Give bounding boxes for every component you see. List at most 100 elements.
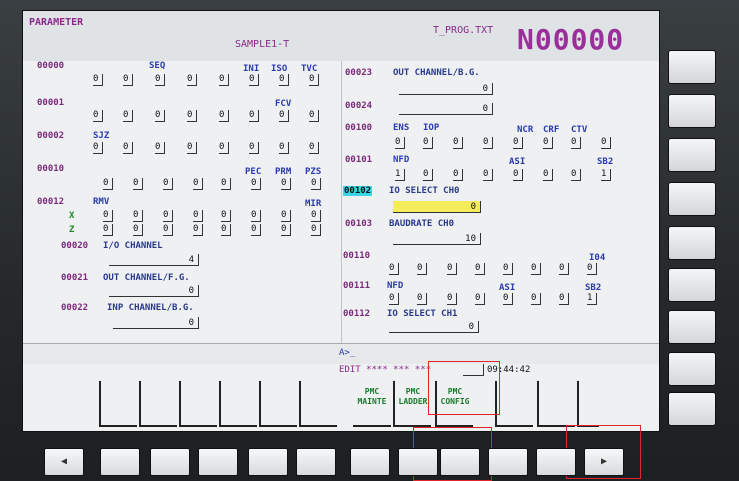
bit-cell[interactable]: 0	[475, 293, 485, 305]
bottom-key-8[interactable]	[440, 448, 480, 476]
bit-cell[interactable]: 0	[249, 74, 259, 86]
bit-cell[interactable]: 0	[447, 263, 457, 275]
bit-cell[interactable]: 0	[251, 210, 261, 222]
bit-cell[interactable]: 0	[559, 293, 569, 305]
bit-cell[interactable]: 0	[417, 263, 427, 275]
bit-cell[interactable]: 0	[309, 142, 319, 154]
bit-cell[interactable]: 0	[93, 142, 103, 154]
bit-cell[interactable]: 0	[571, 169, 581, 181]
bit-cell[interactable]: 0	[311, 210, 321, 222]
bit-cell[interactable]: 0	[503, 293, 513, 305]
bit-cell[interactable]: 0	[163, 210, 173, 222]
bit-cell[interactable]: 0	[395, 137, 405, 149]
next-key[interactable]: ▶	[584, 448, 624, 476]
bottom-key-10[interactable]	[536, 448, 576, 476]
bit-cell[interactable]: 0	[187, 142, 197, 154]
bit-cell[interactable]: 0	[221, 178, 231, 190]
bit-cell[interactable]: 0	[103, 210, 113, 222]
softkey-empty-4[interactable]	[495, 381, 533, 427]
bit-cell[interactable]: 0	[423, 169, 433, 181]
bit-cell[interactable]: 0	[123, 110, 133, 122]
bit-cell[interactable]: 0	[155, 142, 165, 154]
softkey-empty-5[interactable]	[537, 381, 575, 427]
softkey-4[interactable]	[219, 381, 257, 427]
bit-cell[interactable]: 0	[309, 110, 319, 122]
param-field-0023[interactable]: 0	[399, 83, 493, 95]
bit-cell[interactable]: 0	[133, 178, 143, 190]
bottom-key-3[interactable]	[198, 448, 238, 476]
bit-cell[interactable]: 0	[279, 110, 289, 122]
bottom-key-1[interactable]	[100, 448, 140, 476]
softkey-1[interactable]	[99, 381, 137, 427]
side-button-9[interactable]	[668, 392, 716, 426]
bit-cell[interactable]: 0	[423, 137, 433, 149]
bit-cell[interactable]: 0	[133, 224, 143, 236]
bit-cell[interactable]: 1	[587, 293, 597, 305]
bit-cell[interactable]: 0	[93, 74, 103, 86]
softkey-5[interactable]	[259, 381, 297, 427]
bit-cell[interactable]: 1	[395, 169, 405, 181]
softkey-next-page[interactable]	[577, 381, 599, 427]
bottom-key-6[interactable]	[350, 448, 390, 476]
prev-key[interactable]: ◀	[44, 448, 84, 476]
bit-cell[interactable]: 0	[103, 178, 113, 190]
param-field-0020[interactable]: 4	[109, 254, 199, 266]
bit-cell[interactable]: 0	[559, 263, 569, 275]
softkey-6[interactable]	[299, 381, 337, 427]
bit-cell[interactable]: 0	[279, 74, 289, 86]
softkey-pmc-mainte[interactable]: PMC MAINTE	[353, 381, 391, 427]
bit-cell[interactable]: 0	[389, 293, 399, 305]
command-prompt[interactable]: A>_	[339, 348, 355, 358]
bit-cell[interactable]: 0	[281, 210, 291, 222]
bit-cell[interactable]: 0	[193, 178, 203, 190]
bit-cell[interactable]: 1	[601, 169, 611, 181]
param-field-0112[interactable]: 0	[389, 321, 479, 333]
bit-cell[interactable]: 0	[587, 263, 597, 275]
bit-cell[interactable]: 0	[163, 178, 173, 190]
bit-cell[interactable]: 0	[571, 137, 581, 149]
param-field-0021[interactable]: 0	[109, 285, 199, 297]
bit-cell[interactable]: 0	[187, 110, 197, 122]
bit-cell[interactable]: 0	[219, 74, 229, 86]
bit-cell[interactable]: 0	[543, 137, 553, 149]
bit-cell[interactable]: 0	[281, 178, 291, 190]
bit-cell[interactable]: 0	[513, 169, 523, 181]
bit-cell[interactable]: 0	[389, 263, 399, 275]
command-line[interactable]: A>_	[23, 343, 659, 364]
softkey-3[interactable]	[179, 381, 217, 427]
side-button-3[interactable]	[668, 138, 716, 172]
bit-cell[interactable]: 0	[543, 169, 553, 181]
bit-cell[interactable]: 0	[103, 224, 113, 236]
bit-cell[interactable]: 0	[249, 110, 259, 122]
bit-cell[interactable]: 0	[453, 137, 463, 149]
bit-cell[interactable]: 0	[221, 210, 231, 222]
bit-cell[interactable]: 0	[219, 110, 229, 122]
side-button-7[interactable]	[668, 310, 716, 344]
param-field-0102[interactable]: 0	[393, 201, 481, 213]
bit-cell[interactable]: 0	[475, 263, 485, 275]
bit-cell[interactable]: 0	[417, 293, 427, 305]
bit-cell[interactable]: 0	[311, 178, 321, 190]
bit-cell[interactable]: 0	[187, 74, 197, 86]
param-field-0022[interactable]: 0	[113, 317, 199, 329]
bit-cell[interactable]: 0	[311, 224, 321, 236]
bit-cell[interactable]: 0	[219, 142, 229, 154]
bottom-key-4[interactable]	[248, 448, 288, 476]
side-button-4[interactable]	[668, 182, 716, 216]
side-button-6[interactable]	[668, 268, 716, 302]
bit-cell[interactable]: 0	[483, 137, 493, 149]
bit-cell[interactable]: 0	[309, 74, 319, 86]
bit-cell[interactable]: 0	[251, 178, 261, 190]
bit-cell[interactable]: 0	[123, 74, 133, 86]
bit-cell[interactable]: 0	[133, 210, 143, 222]
bottom-key-2[interactable]	[150, 448, 190, 476]
bit-cell[interactable]: 0	[193, 224, 203, 236]
side-button-5[interactable]	[668, 226, 716, 260]
bit-cell[interactable]: 0	[123, 142, 133, 154]
bit-cell[interactable]: 0	[93, 110, 103, 122]
bit-cell[interactable]: 0	[483, 169, 493, 181]
side-button-1[interactable]	[668, 50, 716, 84]
softkey-pmc-ladder[interactable]: PMC LADDER	[393, 381, 431, 427]
bit-cell[interactable]: 0	[513, 137, 523, 149]
bit-cell[interactable]: 0	[193, 210, 203, 222]
